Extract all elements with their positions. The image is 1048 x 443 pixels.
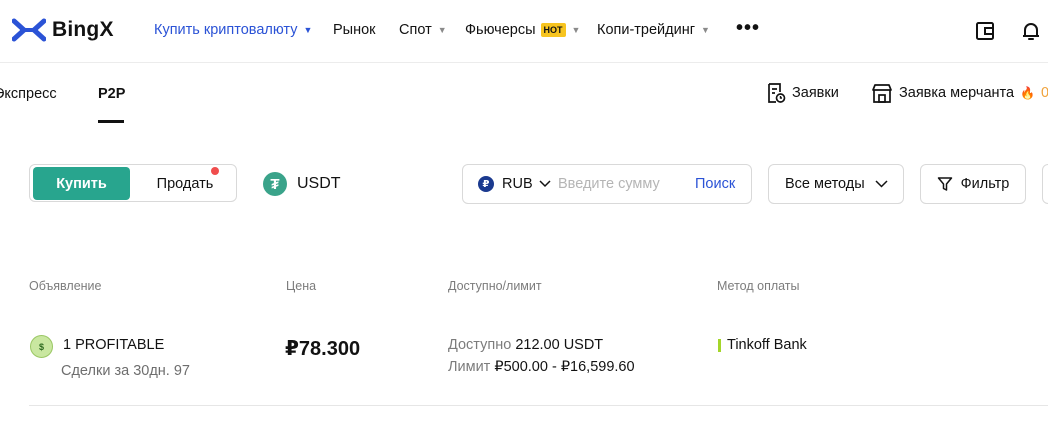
bell-icon[interactable]	[1020, 20, 1042, 42]
available-amount: Доступно 212.00 USDT	[448, 337, 603, 353]
trades-value: 97	[173, 363, 190, 379]
fire-icon: 🔥	[1020, 86, 1036, 100]
currency-label: RUB	[502, 176, 533, 192]
tether-icon: ₮	[263, 172, 287, 196]
chevron-down-icon	[539, 180, 551, 188]
notification-dot	[211, 167, 219, 175]
payment-color-bar	[718, 339, 721, 352]
payment-methods-dropdown[interactable]: Все методы	[768, 164, 904, 204]
nav-futures-label: Фьючерсы	[465, 22, 536, 38]
buy-tab-button[interactable]: Купить	[33, 167, 130, 200]
nav-spot-label: Спот	[399, 22, 432, 38]
payment-methods-label: Все методы	[785, 176, 865, 192]
limit-label: Лимит	[448, 359, 491, 375]
tab-express[interactable]: Экспресс	[0, 86, 57, 102]
available-label: Доступно	[448, 337, 512, 353]
caret-down-icon: ▼	[701, 25, 710, 35]
col-header-ad: Объявление	[29, 279, 102, 293]
filter-button[interactable]: Фильтр	[920, 164, 1026, 204]
merchant-trades: Сделки за 30дн. 97	[61, 363, 190, 379]
offer-price: ₽78.300	[285, 338, 361, 360]
nav-buy-crypto-label: Купить криптовалюту	[154, 22, 298, 38]
limit-range: Лимит ₽500.00 - ₽16,599.60	[448, 359, 635, 375]
chevron-down-icon	[875, 180, 888, 188]
payment-method: Tinkoff Bank	[727, 337, 807, 353]
nav-spot[interactable]: Спот ▼	[399, 22, 447, 38]
brand-name: BingX	[52, 18, 114, 41]
nav-futures[interactable]: Фьючерсы HOT ▼	[465, 22, 580, 38]
orders-link[interactable]: Заявки	[766, 82, 839, 104]
merchant-application-link[interactable]: Заявка мерчанта 🔥 06	[871, 82, 1048, 104]
wallet-icon[interactable]	[974, 20, 996, 42]
filter-icon	[937, 177, 952, 191]
merchant-name[interactable]: 1 PROFITABLE	[63, 337, 164, 353]
limit-value: ₽500.00 - ₽16,599.60	[494, 359, 635, 375]
nav-copy-trading[interactable]: Копи-трейдинг ▼	[597, 22, 710, 38]
coin-selector[interactable]: ₮ USDT	[263, 172, 341, 196]
refresh-button[interactable]	[1042, 164, 1048, 204]
trades-label: Сделки за 30дн.	[61, 363, 170, 379]
nav-market[interactable]: Рынок	[333, 22, 376, 38]
search-button[interactable]: Поиск	[695, 176, 735, 192]
currency-selector[interactable]: RUB	[502, 176, 551, 192]
bingx-logo[interactable]: BingX	[12, 18, 114, 42]
orders-icon	[768, 83, 786, 103]
merchant-avatar: $	[30, 335, 53, 358]
merchant-badge: 06	[1041, 85, 1048, 101]
caret-down-icon: ▼	[437, 25, 447, 35]
rub-icon: ₽	[478, 176, 494, 192]
merchant-application-label: Заявка мерчанта	[899, 85, 1015, 101]
nav-copy-trading-label: Копи-трейдинг	[597, 22, 696, 38]
col-header-price: Цена	[286, 279, 317, 293]
more-menu-icon[interactable]: •••	[736, 17, 760, 40]
nav-buy-crypto[interactable]: Купить криптовалюту ▼	[154, 22, 312, 38]
caret-down-icon: ▼	[303, 25, 313, 35]
nav-market-label: Рынок	[333, 22, 376, 38]
caret-down-icon: ▼	[571, 25, 581, 35]
coin-label: USDT	[297, 175, 341, 192]
amount-input[interactable]	[558, 174, 688, 194]
store-icon	[872, 84, 892, 103]
active-tab-indicator	[98, 120, 124, 123]
filter-label: Фильтр	[960, 176, 1010, 192]
col-header-available-limit: Доступно/лимит	[448, 279, 542, 293]
bingx-logo-icon	[12, 18, 46, 42]
row-divider	[29, 405, 1048, 406]
orders-label: Заявки	[792, 85, 839, 101]
tab-p2p[interactable]: P2P	[98, 86, 125, 102]
hot-badge: HOT	[540, 23, 566, 37]
col-header-payment-method: Метод оплаты	[717, 279, 800, 293]
available-value: 212.00 USDT	[515, 337, 604, 353]
